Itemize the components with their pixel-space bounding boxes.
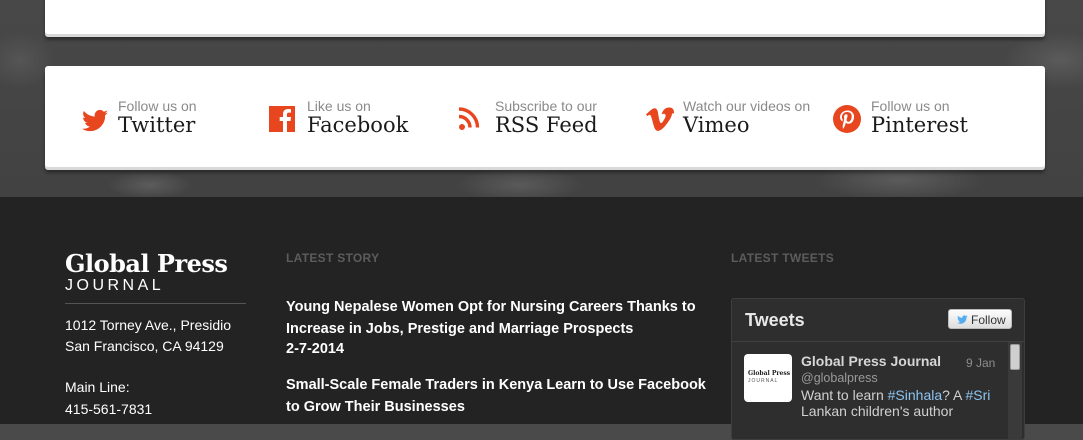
main-line-label: Main Line: xyxy=(65,379,130,395)
story-link[interactable]: Young Nepalese Women Opt for Nursing Car… xyxy=(286,296,706,340)
rss-caption: Subscribe to our xyxy=(495,98,597,114)
twitter-timeline-widget: Tweets Follow Global Press JOURNAL Globa… xyxy=(731,298,1025,440)
tweet-date[interactable]: 9 Jan xyxy=(966,356,995,370)
pinterest-label: Pinterest xyxy=(871,113,968,137)
scrollbar-thumb[interactable] xyxy=(1010,344,1020,370)
follow-button[interactable]: Follow xyxy=(948,309,1012,329)
vimeo-caption: Watch our videos on xyxy=(683,98,811,114)
rss-label: RSS Feed xyxy=(495,113,598,137)
twitter-bird-icon xyxy=(957,315,968,324)
vimeo-label: Vimeo xyxy=(683,113,750,137)
pinterest-link[interactable]: Follow us on Pinterest xyxy=(832,96,1002,141)
avatar-logo-subtitle: JOURNAL xyxy=(748,378,779,384)
address-line-1: 1012 Torney Ave., Presidio xyxy=(65,317,232,333)
hashtag-link[interactable]: #Sri xyxy=(966,387,991,403)
footer-logo-subtitle[interactable]: JOURNAL xyxy=(65,277,164,295)
footer-logo-title[interactable]: Global Press xyxy=(65,249,228,278)
avatar-logo-title: Global Press xyxy=(748,370,791,377)
tweet-author-handle[interactable]: @globalpress xyxy=(801,371,878,385)
timeline-scrollbar[interactable] xyxy=(1008,342,1022,439)
logo-divider xyxy=(65,303,246,304)
facebook-icon xyxy=(269,106,295,132)
latest-story-heading: LATEST STORY xyxy=(286,251,380,265)
latest-tweets-heading: LATEST TWEETS xyxy=(731,251,835,265)
facebook-link[interactable]: Like us on Facebook xyxy=(268,96,428,141)
timeline-header: Tweets Follow xyxy=(732,299,1024,342)
pinterest-icon xyxy=(833,105,861,133)
hashtag-link[interactable]: #Sinhala xyxy=(888,387,943,403)
pinterest-caption: Follow us on xyxy=(871,98,950,114)
twitter-label: Twitter xyxy=(118,113,196,137)
address-line-2: San Francisco, CA 94129 xyxy=(65,338,224,354)
vimeo-icon xyxy=(646,107,674,131)
facebook-label: Facebook xyxy=(307,113,409,137)
twitter-icon xyxy=(82,109,108,132)
social-links-panel: Follow us on Twitter Like us on Facebook… xyxy=(45,66,1045,167)
vimeo-link[interactable]: Watch our videos on Vimeo xyxy=(644,96,824,141)
facebook-caption: Like us on xyxy=(307,98,371,114)
rss-link[interactable]: Subscribe to our RSS Feed xyxy=(456,96,626,141)
tweet-text-part: Lankan children's author xyxy=(801,403,954,419)
tweet-text-part: Want to learn xyxy=(801,387,888,403)
timeline-title: Tweets xyxy=(745,310,805,330)
tweet-text-part: ? A xyxy=(942,387,966,403)
story-date: 2-7-2014 xyxy=(286,341,345,357)
twitter-caption: Follow us on xyxy=(118,98,197,114)
site-footer: Global Press JOURNAL 1012 Torney Ave., P… xyxy=(0,197,1083,440)
main-line-number: 415-561-7831 xyxy=(65,401,153,417)
twitter-link[interactable]: Follow us on Twitter xyxy=(79,96,239,141)
follow-button-label: Follow xyxy=(971,313,1006,327)
content-panel xyxy=(45,0,1045,34)
avatar[interactable]: Global Press JOURNAL xyxy=(744,354,792,402)
rss-icon xyxy=(458,107,480,130)
story-link[interactable]: Small-Scale Female Traders in Kenya Lear… xyxy=(286,374,706,418)
tweet-author-name[interactable]: Global Press Journal xyxy=(801,353,941,369)
tweet-text: Want to learn #Sinhala? A #Sri Lankan ch… xyxy=(801,387,1001,419)
